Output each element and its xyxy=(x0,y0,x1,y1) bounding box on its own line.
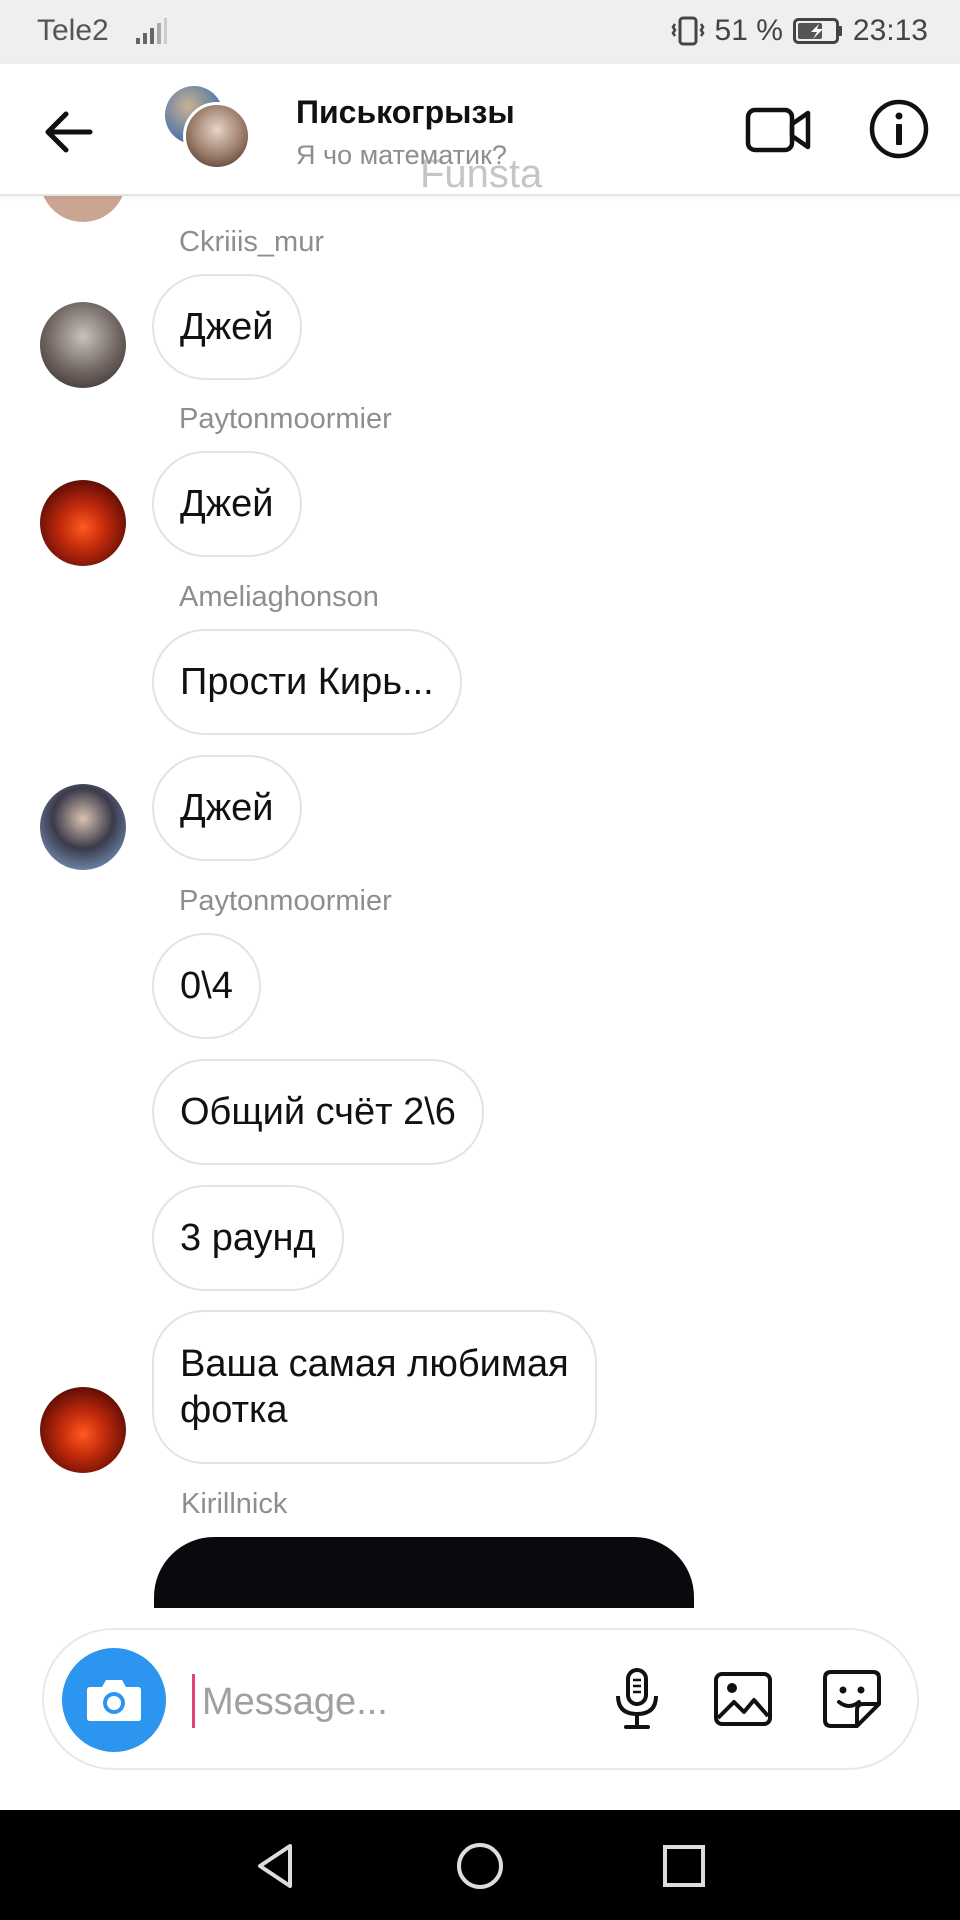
camera-button[interactable] xyxy=(62,1648,166,1752)
microphone-icon[interactable] xyxy=(604,1666,670,1732)
back-arrow-icon[interactable] xyxy=(40,104,96,160)
camera-icon xyxy=(87,1680,141,1721)
carrier-name: Tele2 xyxy=(37,14,109,47)
message-line: фотка xyxy=(180,1389,288,1431)
status-right: 51 % 23:13 xyxy=(661,14,928,48)
sender-name: Paytonmoormier xyxy=(179,885,392,917)
nav-back-icon[interactable] xyxy=(250,1840,302,1892)
message-bubble[interactable]: 3 раунд xyxy=(152,1185,344,1291)
message-line: Ваша самая любимая xyxy=(180,1343,569,1385)
media-message[interactable] xyxy=(154,1537,694,1608)
avatar xyxy=(40,196,126,222)
clock: 23:13 xyxy=(852,14,928,47)
battery-percent: 51 % xyxy=(714,14,783,47)
nav-home-icon[interactable] xyxy=(454,1840,506,1892)
sender-name: Paytonmoormier xyxy=(179,403,392,435)
avatar[interactable] xyxy=(40,1387,126,1473)
watermark: Funsta xyxy=(420,152,543,196)
sticker-icon[interactable] xyxy=(819,1666,885,1732)
avatar[interactable] xyxy=(40,784,126,870)
vibrate-icon xyxy=(671,16,705,46)
message-bubble[interactable]: Джей xyxy=(152,274,302,380)
signal-icon xyxy=(136,18,167,44)
message-composer xyxy=(42,1628,919,1770)
chat-title[interactable]: Писькогрызы xyxy=(296,94,515,131)
composer-area xyxy=(0,1608,960,1810)
battery-icon xyxy=(792,18,842,44)
avatar[interactable] xyxy=(40,480,126,566)
info-icon[interactable] xyxy=(868,98,930,160)
video-call-icon[interactable] xyxy=(745,100,811,160)
message-input[interactable] xyxy=(202,1672,582,1732)
nav-recents-icon[interactable] xyxy=(658,1840,710,1892)
text-caret xyxy=(192,1674,195,1728)
member-avatar-2 xyxy=(183,102,251,170)
message-bubble[interactable]: Ваша самая любимая фотка xyxy=(152,1310,597,1464)
sender-name: Kirillnick xyxy=(181,1488,288,1520)
sender-name: Ckriiis_mur xyxy=(179,226,324,258)
message-bubble[interactable]: Общий счёт 2\6 xyxy=(152,1059,484,1165)
chat-header: Писькогрызы Я чо математик? Funsta xyxy=(0,64,960,196)
group-avatar[interactable] xyxy=(165,86,255,176)
system-nav-bar xyxy=(0,1810,960,1920)
message-bubble[interactable]: Джей xyxy=(152,755,302,861)
message-bubble[interactable]: Прости Кирь... xyxy=(152,629,462,735)
message-list[interactable]: Ckriiis_mur Джей Paytonmoormier Джей Ame… xyxy=(0,196,960,1608)
sender-name: Ameliaghonson xyxy=(179,581,379,613)
status-bar: Tele2 51 % 23:13 xyxy=(0,0,960,64)
gallery-icon[interactable] xyxy=(710,1666,776,1732)
message-bubble[interactable]: 0\4 xyxy=(152,933,261,1039)
avatar[interactable] xyxy=(40,302,126,388)
message-bubble[interactable]: Джей xyxy=(152,451,302,557)
